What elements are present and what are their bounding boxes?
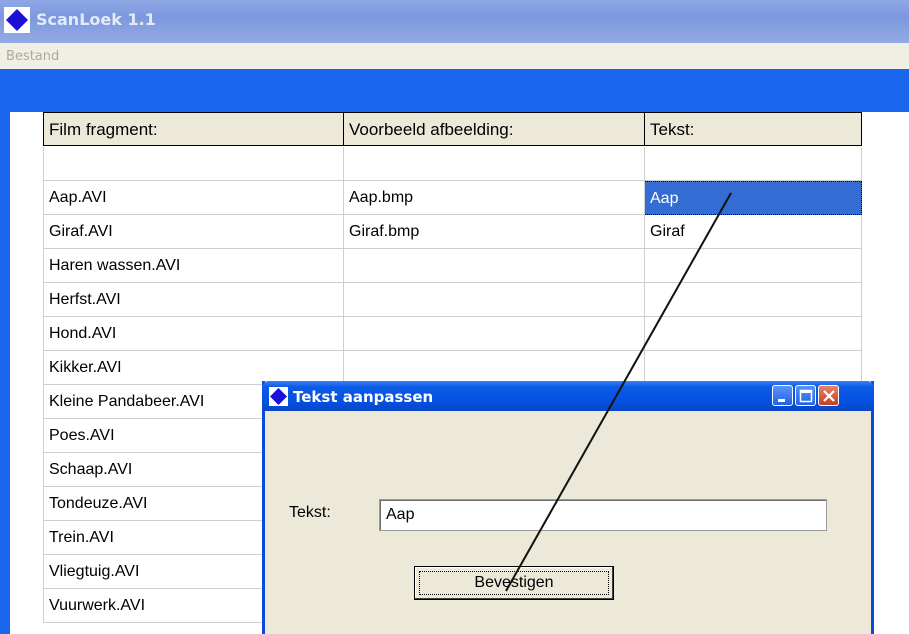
cell-film-fragment[interactable]: Giraf.AVI — [43, 215, 344, 249]
cell-tekst[interactable] — [645, 351, 862, 385]
dialog-body: Tekst: Bevestigen — [265, 411, 871, 634]
close-button[interactable] — [818, 385, 839, 406]
header-voorbeeld-afbeelding[interactable]: Voorbeeld afbeelding: — [344, 112, 645, 146]
tekst-input[interactable] — [379, 499, 827, 531]
table-row[interactable]: Hond.AVI — [43, 317, 863, 351]
table-row[interactable]: Kikker.AVI — [43, 351, 863, 385]
cell-tekst[interactable] — [645, 249, 862, 283]
header-tekst[interactable]: Tekst: — [645, 112, 862, 146]
cell-film-fragment[interactable]: Herfst.AVI — [43, 283, 344, 317]
header-film-fragment[interactable]: Film fragment: — [43, 112, 344, 146]
table-row[interactable] — [43, 147, 863, 181]
table-row[interactable]: Giraf.AVI Giraf.bmp Giraf — [43, 215, 863, 249]
cell-film-fragment[interactable]: Hond.AVI — [43, 317, 344, 351]
dialog-diamond-icon — [269, 387, 288, 406]
grid-header-row: Film fragment: Voorbeeld afbeelding: Tek… — [43, 112, 863, 146]
cell-film-fragment[interactable] — [43, 147, 344, 181]
close-icon — [823, 390, 835, 402]
cell-tekst[interactable] — [645, 317, 862, 351]
dialog-title: Tekst aanpassen — [293, 388, 434, 406]
cell-voorbeeld-afbeelding[interactable] — [344, 283, 645, 317]
cell-voorbeeld-afbeelding[interactable] — [344, 317, 645, 351]
minimize-button[interactable] — [772, 385, 793, 406]
cell-film-fragment[interactable]: Aap.AVI — [43, 181, 344, 215]
cell-voorbeeld-afbeelding[interactable] — [344, 249, 645, 283]
maximize-icon — [799, 389, 813, 403]
table-row[interactable]: Haren wassen.AVI — [43, 249, 863, 283]
cell-voorbeeld-afbeelding[interactable]: Giraf.bmp — [344, 215, 645, 249]
cell-voorbeeld-afbeelding[interactable] — [344, 147, 645, 181]
edit-text-dialog: Tekst aanpassen Tekst: Bevestigen — [262, 381, 874, 634]
table-row[interactable]: Aap.AVI Aap.bmp Aap — [43, 181, 863, 215]
tekst-label: Tekst: — [289, 504, 331, 521]
dialog-title-bar[interactable]: Tekst aanpassen — [262, 381, 874, 411]
cell-film-fragment[interactable]: Kikker.AVI — [43, 351, 344, 385]
cell-voorbeeld-afbeelding[interactable] — [344, 351, 645, 385]
cell-voorbeeld-afbeelding[interactable]: Aap.bmp — [344, 181, 645, 215]
main-title-bar: ScanLoek 1.1 — [0, 0, 909, 43]
cell-tekst[interactable] — [645, 147, 862, 181]
cell-tekst[interactable]: Aap — [645, 181, 862, 215]
menu-bestand[interactable]: Bestand — [6, 49, 59, 64]
minimize-icon — [778, 399, 785, 402]
cell-film-fragment[interactable]: Haren wassen.AVI — [43, 249, 344, 283]
app-diamond-icon — [4, 7, 30, 33]
focus-rectangle — [419, 571, 609, 595]
maximize-button[interactable] — [795, 385, 816, 406]
bevestigen-button[interactable]: Bevestigen — [414, 566, 614, 600]
cell-tekst[interactable]: Giraf — [645, 215, 862, 249]
cell-tekst[interactable] — [645, 283, 862, 317]
table-row[interactable]: Herfst.AVI — [43, 283, 863, 317]
menu-bar: Bestand — [0, 43, 909, 69]
app-title: ScanLoek 1.1 — [36, 10, 156, 29]
